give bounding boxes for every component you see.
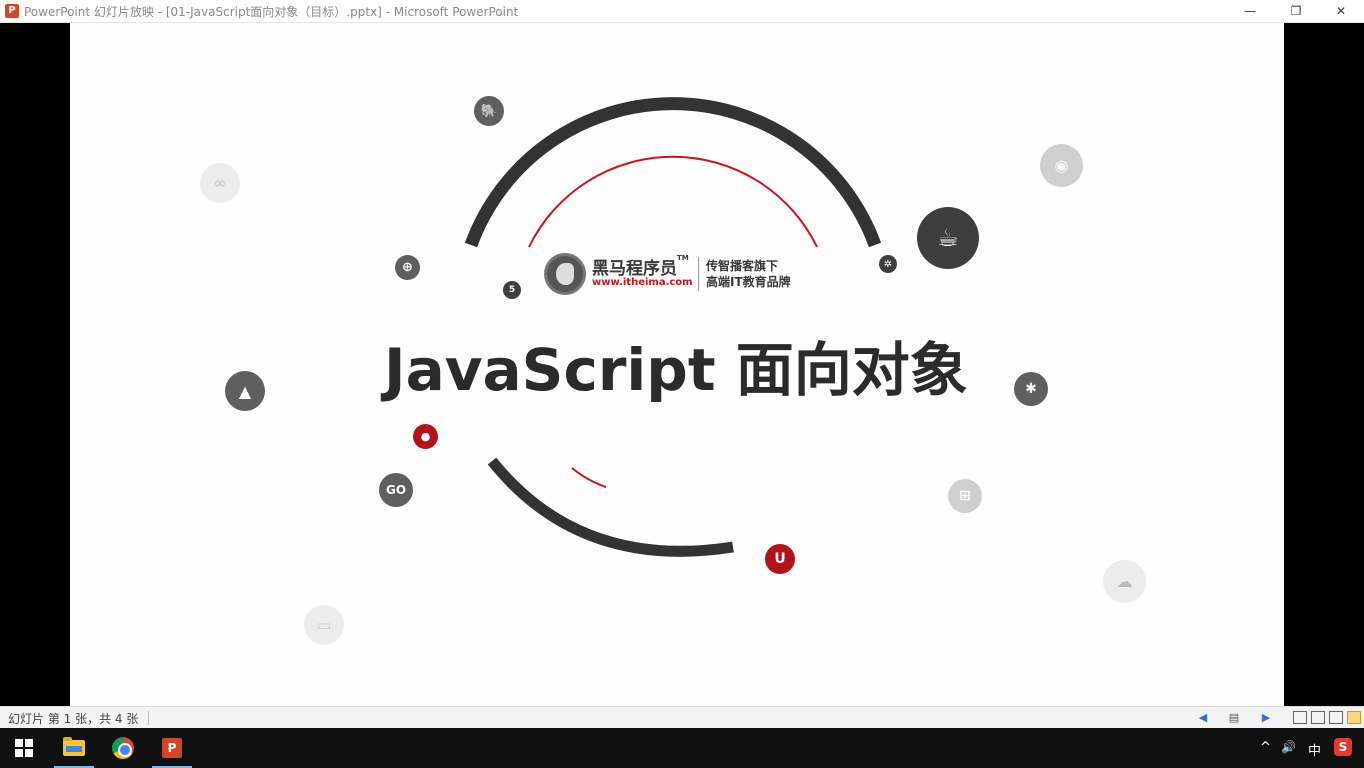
taskbar-chrome[interactable]	[103, 728, 143, 768]
slide-headline: JavaScript 面向对象	[384, 336, 968, 404]
volume-icon[interactable]: 🔊	[1281, 740, 1296, 754]
folder-icon	[63, 737, 85, 756]
restore-button[interactable]: ❐	[1273, 0, 1319, 23]
window-title: PowerPoint 幻灯片放映 - [01-JavaScript面向对象（目标…	[24, 5, 519, 19]
windows-logo-icon	[15, 739, 33, 757]
start-button[interactable]	[4, 728, 44, 768]
close-button[interactable]: ✕	[1318, 0, 1364, 23]
taskbar-file-explorer[interactable]	[54, 728, 94, 768]
java-icon: ☕	[917, 207, 979, 269]
slide-counter: 幻灯片 第 1 张，共 4 张	[8, 712, 139, 726]
itheima-logo: 黑马程序员TM www.itheima.com 传智播客旗下 高端IT教育品牌	[544, 251, 814, 297]
minimize-button[interactable]: —	[1227, 0, 1273, 23]
go-icon: GO	[379, 473, 413, 507]
slideshow-area[interactable]: 黑马程序员TM www.itheima.com 传智播客旗下 高端IT教育品牌 …	[0, 23, 1364, 706]
cloud-icon: ☁	[1103, 560, 1146, 603]
slide-sorter-view-icon[interactable]	[1311, 711, 1325, 724]
link-icon: ∞	[200, 163, 240, 203]
linux-icon: ▲	[225, 371, 265, 411]
ui-icon: U	[765, 544, 795, 574]
horse-logo-icon	[544, 253, 586, 295]
next-slide-button[interactable]: ▶	[1258, 710, 1274, 726]
status-separator	[148, 711, 149, 725]
python-icon: ✲	[879, 255, 897, 273]
slideshow-view-icon[interactable]	[1347, 711, 1361, 724]
html5-icon: 5	[503, 281, 521, 299]
reading-view-icon[interactable]	[1329, 711, 1343, 724]
logo-slogan-line1: 传智播客旗下	[706, 259, 779, 273]
logo-brand: 黑马程序员TM	[592, 254, 689, 279]
logo-slogan-line2: 高端IT教育品牌	[706, 275, 791, 289]
logo-url: www.itheima.com	[592, 277, 693, 288]
logo-divider	[698, 257, 699, 291]
tray-overflow-icon[interactable]: ^	[1260, 740, 1271, 755]
cart-icon: ⊞	[948, 479, 982, 513]
top-red-arc	[528, 155, 818, 248]
powerpoint-icon: P	[162, 738, 182, 758]
ime-indicator[interactable]: 中	[1308, 740, 1321, 759]
sogou-ime-icon[interactable]: S	[1334, 738, 1352, 756]
top-dark-arc	[464, 97, 882, 248]
taskbar: P ^ 🔊 中	[0, 728, 1364, 768]
previous-slide-button[interactable]: ◀	[1195, 710, 1211, 726]
eye-icon: ◉	[1040, 144, 1083, 187]
bug-icon: ✱	[1014, 372, 1048, 406]
title-bar: P PowerPoint 幻灯片放映 - [01-JavaScript面向对象（…	[0, 0, 1364, 23]
status-bar: 幻灯片 第 1 张，共 4 张 ◀ ▤ ▶	[0, 706, 1364, 728]
slide[interactable]: 黑马程序员TM www.itheima.com 传智播客旗下 高端IT教育品牌 …	[70, 23, 1284, 706]
normal-view-icon[interactable]	[1293, 711, 1307, 724]
slide-menu-button[interactable]: ▤	[1226, 710, 1242, 726]
taskbar-powerpoint[interactable]: P	[152, 728, 192, 768]
powerpoint-icon: P	[5, 4, 19, 18]
elephant-icon: 🐘	[474, 96, 504, 126]
chrome-icon	[112, 737, 134, 759]
window-icon: ▭	[304, 605, 344, 645]
user-icon: ●	[413, 424, 438, 449]
bottom-red-arc	[571, 467, 607, 488]
bottom-dark-arc	[487, 457, 734, 557]
globe-icon: ⊕	[395, 255, 420, 280]
